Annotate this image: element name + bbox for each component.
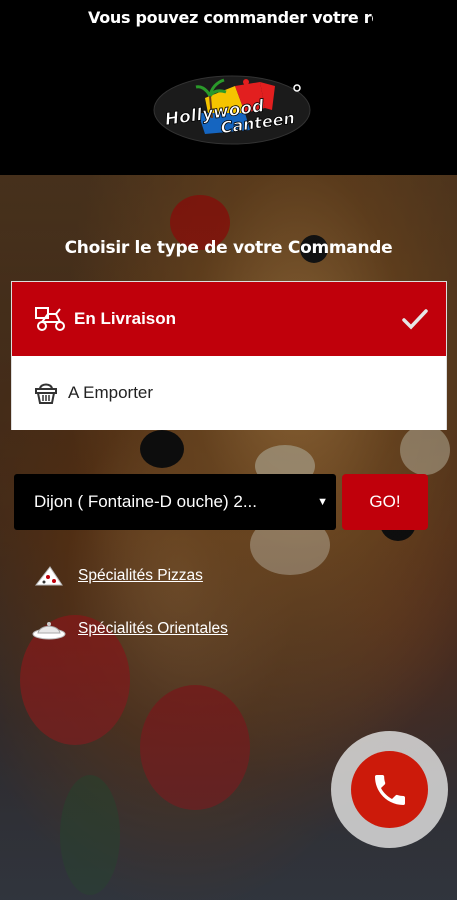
option-a-emporter[interactable]: A Emporter [12,356,446,430]
call-button-halo [331,731,448,848]
header: Vous pouvez commander votre rep Hollywoo… [0,0,457,175]
option-label: A Emporter [68,383,154,402]
link-label: Spécialités Orientales [78,620,228,637]
basket-icon [34,380,62,406]
call-button[interactable] [351,751,428,828]
caret-down-icon: ▼ [317,496,328,508]
option-label: En Livraison [74,309,177,328]
marquee-text: Vous pouvez commander votre rep [88,8,373,27]
hollywood-canteen-logo: Hollywood Canteen [153,75,311,145]
tajine-icon [32,622,66,640]
option-en-livraison[interactable]: En Livraison [12,282,446,356]
restaurant-select-value: Dijon ( Fontaine-D ouche) 2... [34,492,257,511]
link-label: Spécialités Pizzas [78,567,203,584]
phone-icon [374,774,405,805]
order-type-question: Choisir le type de votre Commande [64,238,393,258]
link-specialites-pizzas[interactable]: Spécialités Pizzas [30,563,203,589]
pizza-slice-icon [34,566,63,586]
go-button[interactable]: GO! [342,474,428,530]
delivery-scooter-icon [34,306,68,332]
restaurant-select[interactable]: Dijon ( Fontaine-D ouche) 2... ▼ [14,474,336,530]
checkmark-icon [402,309,428,330]
order-type-selector: En Livraison A Emporter [11,281,447,430]
link-specialites-orientales[interactable]: Spécialités Orientales [30,616,228,642]
